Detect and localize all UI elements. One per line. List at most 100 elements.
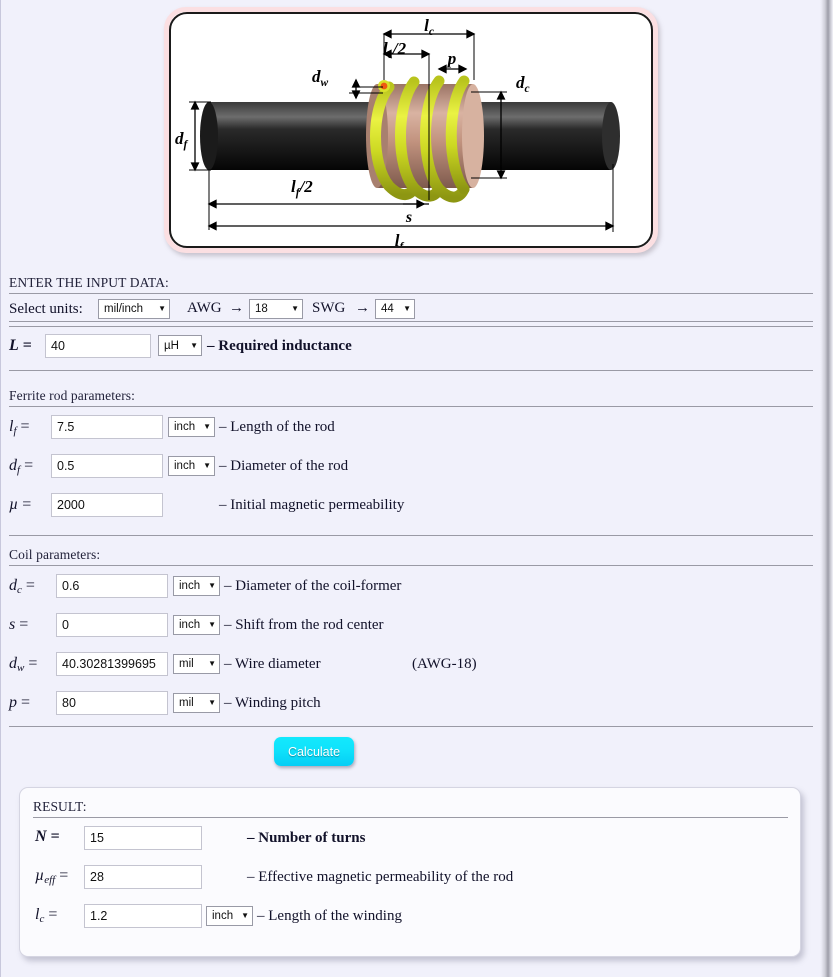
enter-input-data-heading: ENTER THE INPUT DATA: (9, 275, 169, 290)
diagram-label-lf-half: lf/2 (291, 177, 313, 199)
chevron-down-icon: ▼ (158, 304, 166, 313)
chevron-down-icon: ▼ (208, 698, 216, 707)
permeability-input[interactable] (51, 493, 163, 517)
calculator-page: lc lc/2 p dc dw df lf/2 s lf ENTER THE I… (0, 0, 833, 977)
coil-former-diameter-description: – Diameter of the coil-former (224, 578, 402, 594)
diagram-label-df: df (175, 129, 189, 151)
inductance-symbol: L = (9, 337, 32, 354)
inductance-unit-value: µH (164, 339, 179, 352)
inductor-diagram: lc lc/2 p dc dw df lf/2 s lf (169, 12, 653, 248)
select-units-label: Select units: (9, 301, 83, 317)
inductance-input[interactable] (45, 334, 151, 358)
divider-6 (9, 565, 813, 566)
diagram-label-p: p (446, 49, 457, 68)
coil-row-3-symbol: p = (9, 694, 31, 711)
chevron-down-icon: ▼ (208, 659, 216, 668)
inductance-unit-select[interactable]: µH ▼ (158, 335, 202, 356)
calculate-button[interactable]: Calculate (274, 737, 354, 766)
coil-row-0-symbol: dc = (9, 577, 35, 596)
units-select-value: mil/inch (104, 303, 143, 315)
coil-former-diameter-input[interactable] (56, 574, 168, 598)
divider-1 (9, 293, 813, 294)
divider-7 (9, 726, 813, 727)
scrollbar-edge[interactable] (820, 0, 833, 977)
coil-former-diameter-unit-select[interactable]: inch ▼ (173, 576, 220, 596)
wire-diameter-description: – Wire diameter (224, 656, 321, 672)
chevron-down-icon: ▼ (190, 340, 198, 350)
result-row-0-symbol: N = (35, 828, 60, 845)
ferrite-row-0-symbol: lf = (9, 418, 30, 437)
shift-unit-value: inch (179, 619, 201, 631)
winding-pitch-description: – Winding pitch (224, 695, 321, 711)
ferrite-length-input[interactable] (51, 415, 163, 439)
divider-3 (9, 370, 813, 371)
winding-pitch-unit-value: mil (179, 697, 194, 709)
inductor-diagram-frame: lc lc/2 p dc dw df lf/2 s lf (164, 7, 658, 253)
chevron-down-icon: ▼ (291, 304, 299, 313)
permeability-description: – Initial magnetic permeability (219, 497, 405, 513)
shift-input[interactable] (56, 613, 168, 637)
ferrite-row-1-symbol: df = (9, 457, 34, 476)
result-panel: RESULT: N = – Number of turns µeff = – E… (19, 787, 801, 957)
divider-5 (9, 535, 813, 536)
chevron-down-icon: ▼ (208, 620, 216, 629)
result-row-1-symbol: µeff = (35, 867, 69, 886)
coil-section-title: Coil parameters: (9, 547, 101, 562)
diagram-label-s: s (405, 209, 412, 226)
diagram-label-dc: dc (516, 73, 530, 95)
turns-description: – Number of turns (247, 830, 366, 846)
winding-pitch-input[interactable] (56, 691, 168, 715)
awg-arrow: → (229, 300, 244, 316)
result-title: RESULT: (33, 799, 87, 814)
turns-output[interactable] (84, 826, 202, 850)
shift-unit-select[interactable]: inch ▼ (173, 615, 220, 635)
result-divider (33, 817, 788, 818)
ferrite-length-unit-select[interactable]: inch ▼ (168, 417, 215, 437)
diagram-label-lc-half: lc/2 (383, 39, 407, 61)
chevron-down-icon: ▼ (403, 304, 411, 313)
chevron-down-icon: ▼ (203, 461, 211, 470)
result-row-2-symbol: lc = (35, 906, 58, 925)
winding-length-description: – Length of the winding (257, 908, 402, 924)
awg-note: (AWG-18) (412, 656, 477, 672)
effective-permeability-description: – Effective magnetic permeability of the… (247, 869, 514, 885)
awg-select-value: 18 (255, 303, 268, 315)
divider-4 (9, 406, 813, 407)
chevron-down-icon: ▼ (208, 581, 216, 590)
ferrite-length-description: – Length of the rod (219, 419, 335, 435)
ferrite-length-unit-value: inch (174, 421, 196, 433)
awg-select[interactable]: 18 ▼ (249, 299, 303, 319)
wire-diameter-input[interactable] (56, 652, 168, 676)
units-select[interactable]: mil/inch ▼ (98, 299, 170, 319)
ferrite-diameter-unit-select[interactable]: inch ▼ (168, 456, 215, 476)
ferrite-diameter-input[interactable] (51, 454, 163, 478)
coil-row-2-symbol: dw = (9, 655, 38, 674)
diagram-label-lc: lc (424, 16, 434, 38)
inductance-description: – Required inductance (207, 338, 352, 354)
awg-label: AWG (187, 300, 222, 316)
swg-label: SWG (312, 300, 346, 316)
ferrite-section-title: Ferrite rod parameters: (9, 388, 135, 403)
wire-diameter-unit-value: mil (179, 658, 194, 670)
shift-description: – Shift from the rod center (224, 617, 384, 633)
coil-row-1-symbol: s = (9, 616, 29, 633)
diagram-label-dw: dw (312, 67, 329, 89)
swg-select-value: 44 (381, 303, 394, 315)
winding-length-unit-select[interactable]: inch ▼ (206, 906, 253, 926)
wire-diameter-unit-select[interactable]: mil ▼ (173, 654, 220, 674)
winding-length-unit-value: inch (212, 910, 234, 922)
diagram-label-lf: lf (395, 231, 405, 248)
effective-permeability-output[interactable] (84, 865, 202, 889)
swg-arrow: → (355, 300, 370, 316)
coil-former-diameter-unit-value: inch (179, 580, 201, 592)
divider-2 (9, 321, 813, 327)
ferrite-diameter-description: – Diameter of the rod (219, 458, 349, 474)
ferrite-diameter-unit-value: inch (174, 460, 196, 472)
ferrite-row-2-symbol: µ = (9, 496, 32, 513)
winding-pitch-unit-select[interactable]: mil ▼ (173, 693, 220, 713)
winding-length-output[interactable] (84, 904, 202, 928)
inductor-diagram-svg: lc lc/2 p dc dw df lf/2 s lf (175, 16, 620, 248)
chevron-down-icon: ▼ (241, 911, 249, 920)
swg-select[interactable]: 44 ▼ (375, 299, 415, 319)
chevron-down-icon: ▼ (203, 422, 211, 431)
